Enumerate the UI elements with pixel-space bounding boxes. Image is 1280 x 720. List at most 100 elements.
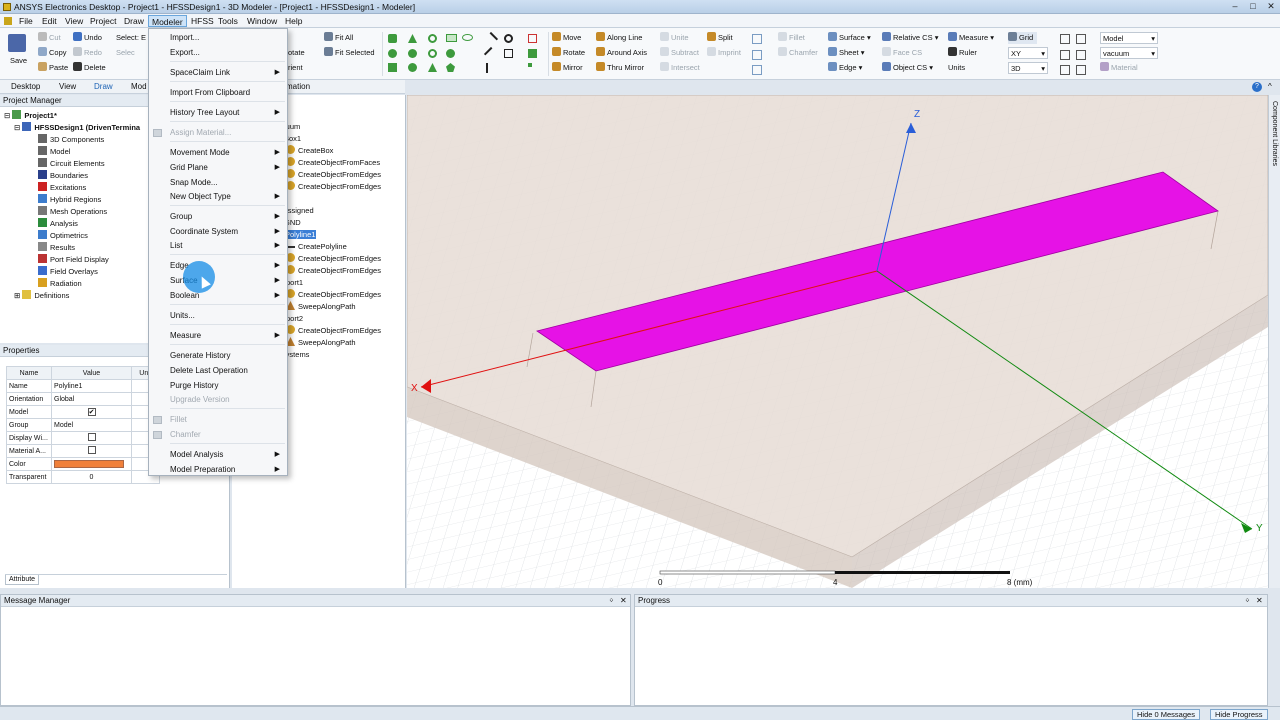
- around-axis-button[interactable]: Around Axis: [596, 47, 647, 59]
- object-cs-button[interactable]: Object CS ▾: [882, 62, 933, 74]
- save-button[interactable]: Save: [10, 55, 27, 67]
- arc-icon[interactable]: [486, 63, 496, 73]
- view-mesh-icon[interactable]: [1076, 65, 1086, 75]
- ribbon-collapse-icon[interactable]: ^: [1268, 82, 1272, 91]
- pin-icon[interactable]: ᛜ: [1245, 596, 1250, 605]
- segmented-icon[interactable]: [528, 34, 537, 43]
- history-tree-item[interactable]: CreateObjectFromFaces: [286, 157, 380, 169]
- tree-item-definitions[interactable]: ⊞ Definitions: [14, 290, 69, 302]
- menu-view[interactable]: View: [62, 15, 86, 27]
- save-icon[interactable]: [8, 34, 26, 52]
- table-row[interactable]: Name Polyline1: [6, 379, 160, 393]
- move-button[interactable]: Move: [552, 32, 581, 44]
- paste-button[interactable]: Paste: [38, 62, 68, 74]
- tree-item-design[interactable]: ⊟ HFSSDesign1 (DrivenTermina: [14, 122, 140, 134]
- box-icon[interactable]: [388, 34, 397, 43]
- delete-button[interactable]: Delete: [73, 62, 106, 74]
- tab-desktop[interactable]: Desktop: [8, 81, 43, 93]
- material-select[interactable]: vacuum ▾: [1100, 47, 1158, 59]
- help-icon[interactable]: ?: [1252, 82, 1262, 92]
- view-shade-icon[interactable]: [1060, 65, 1070, 75]
- fit-selected-button[interactable]: Fit Selected: [324, 47, 375, 59]
- history-tree-item[interactable]: Polyline1: [284, 229, 317, 241]
- thru-mirror-button[interactable]: Thru Mirror: [596, 62, 644, 74]
- history-tree-item[interactable]: SweepAlongPath: [286, 337, 356, 349]
- close-button[interactable]: ✕: [1262, 1, 1280, 12]
- history-tree-item[interactable]: port1: [286, 277, 303, 289]
- rotate-button[interactable]: Rotate: [552, 47, 585, 59]
- menu-item-import-from-clipboard[interactable]: Import From Clipboard: [149, 86, 287, 100]
- menu-item-assign-material[interactable]: Assign Material...: [149, 126, 287, 140]
- collapse-toggle-icon[interactable]: ⊟: [4, 111, 12, 120]
- menu-item-spaceclaim-link[interactable]: SpaceClaim Link ▶: [149, 66, 287, 80]
- history-tree-item[interactable]: CreateObjectFromEdges: [286, 169, 381, 181]
- surface-button[interactable]: Surface ▾: [828, 32, 871, 44]
- tree-item-circuit-elements[interactable]: Circuit Elements: [38, 158, 105, 170]
- model-checkbox[interactable]: ✔: [51, 405, 132, 419]
- equation-curve-icon[interactable]: [504, 34, 513, 43]
- split-button[interactable]: Split: [707, 32, 733, 44]
- circle-icon[interactable]: [446, 49, 455, 58]
- tree-item-analysis[interactable]: Analysis: [38, 218, 78, 230]
- intersect-button[interactable]: Intersect: [660, 62, 700, 74]
- undo-button[interactable]: Undo: [73, 32, 102, 44]
- table-row[interactable]: Model ✔: [6, 405, 160, 419]
- menu-window[interactable]: Window: [244, 15, 280, 27]
- select-mode[interactable]: Select: E: [116, 32, 146, 44]
- hide-messages-button[interactable]: Hide 0 Messages: [1132, 709, 1200, 720]
- menu-help[interactable]: Help: [282, 15, 305, 27]
- measure-button[interactable]: Measure ▾: [948, 32, 994, 44]
- pin-icon[interactable]: ᛜ: [609, 596, 614, 605]
- grid-button[interactable]: Grid: [1008, 32, 1038, 44]
- tab-draw[interactable]: Draw: [91, 81, 116, 93]
- table-row[interactable]: Orientation Global: [6, 392, 160, 406]
- property-value[interactable]: Global: [51, 392, 132, 406]
- history-tree-item[interactable]: CreateBox: [286, 145, 333, 157]
- menu-item-movement-mode[interactable]: Movement Mode ▶: [149, 146, 287, 160]
- sphere-icon[interactable]: [408, 49, 417, 58]
- ellipse-icon[interactable]: [462, 34, 473, 41]
- cylinder-icon[interactable]: [388, 49, 397, 58]
- offset-icon[interactable]: [752, 65, 762, 75]
- draw-point-icon[interactable]: [504, 49, 513, 58]
- table-row[interactable]: Group Model: [6, 418, 160, 432]
- color-swatch[interactable]: [51, 457, 132, 471]
- menu-edit[interactable]: Edit: [39, 15, 60, 27]
- tree-item-project[interactable]: ⊟ Project1*: [4, 110, 57, 122]
- menu-draw[interactable]: Draw: [121, 15, 147, 27]
- menu-item-fillet[interactable]: Fillet: [149, 413, 287, 427]
- grid-type-select[interactable]: 3D ▾: [1008, 62, 1048, 74]
- cut-button[interactable]: Cut: [38, 32, 61, 44]
- redo-button[interactable]: Redo: [73, 47, 102, 59]
- view-solid-icon[interactable]: [1076, 50, 1086, 60]
- tab-view[interactable]: View: [56, 81, 79, 93]
- transparency-slider[interactable]: 0: [51, 470, 132, 484]
- tree-item-port-field-display[interactable]: Port Field Display: [38, 254, 109, 266]
- menu-item-new-object-type[interactable]: New Object Type ▶: [149, 190, 287, 204]
- rotate-view-button[interactable]: otate: [288, 47, 305, 59]
- minimize-button[interactable]: –: [1226, 1, 1244, 12]
- chamfer-3d-icon[interactable]: [752, 50, 762, 60]
- unite-button[interactable]: Unite: [660, 32, 689, 44]
- menu-item-export[interactable]: Export...: [149, 46, 287, 60]
- helix-icon[interactable]: [428, 34, 437, 43]
- property-value[interactable]: Polyline1: [51, 379, 132, 393]
- menu-item-history-tree-layout[interactable]: History Tree Layout ▶: [149, 106, 287, 120]
- model-select[interactable]: Model ▾: [1100, 32, 1158, 44]
- spline-icon[interactable]: [483, 46, 499, 62]
- view-wire-icon[interactable]: [1060, 50, 1070, 60]
- rectangle-icon[interactable]: [446, 34, 457, 42]
- menu-item-edge[interactable]: Edge ▶: [149, 259, 287, 273]
- close-icon[interactable]: ✕: [620, 596, 627, 605]
- select-objects-button[interactable]: Selec: [116, 47, 135, 59]
- menu-item-upgrade-version[interactable]: Upgrade Version: [149, 393, 287, 407]
- menu-item-list[interactable]: List ▶: [149, 239, 287, 253]
- fillet-button[interactable]: Fillet: [778, 32, 805, 44]
- history-tree-item[interactable]: port2: [286, 313, 303, 325]
- view-box-icon[interactable]: [1060, 34, 1070, 44]
- point-icon[interactable]: [528, 63, 532, 67]
- menu-item-snap-mode[interactable]: Snap Mode...: [149, 176, 287, 190]
- sheet-button[interactable]: Sheet ▾: [828, 47, 864, 59]
- material-appearance-checkbox[interactable]: [51, 444, 132, 458]
- tab-attribute[interactable]: Attribute: [5, 575, 40, 585]
